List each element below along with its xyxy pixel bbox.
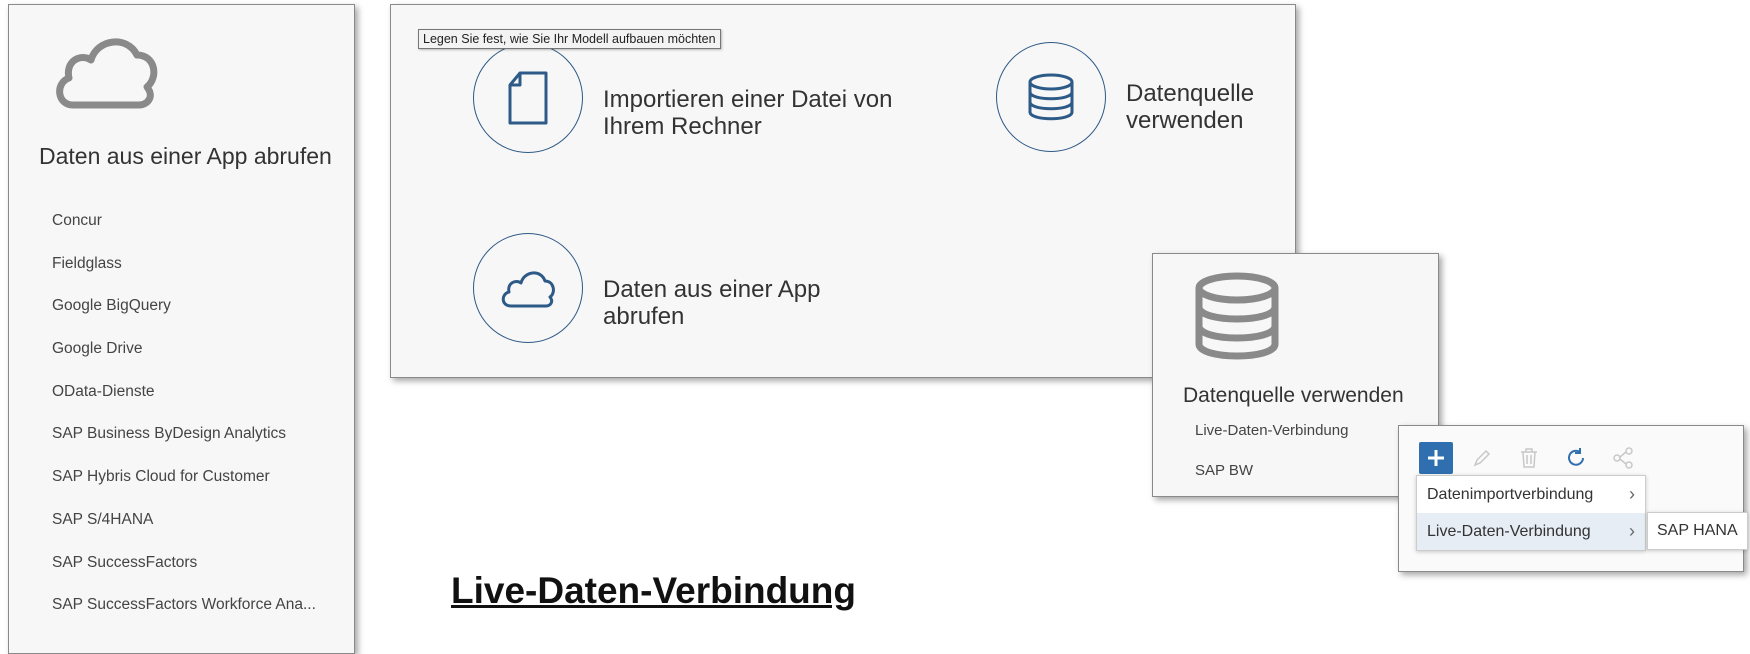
delete-icon [1521,448,1537,468]
list-item[interactable]: OData-Dienste [52,383,316,426]
list-item[interactable]: SAP SuccessFactors [52,554,316,597]
app-option[interactable]: Daten aus einer App abrufen [473,233,893,348]
cloud-icon [473,233,583,343]
list-item[interactable]: Live-Daten-Verbindung [1195,422,1348,439]
menu-item-live-connection[interactable]: Live-Daten-Verbindung › [1417,513,1645,550]
list-item[interactable]: Concur [52,212,316,255]
cloud-icon [51,29,161,116]
refresh-icon [1568,448,1584,466]
import-file-option[interactable]: Importieren einer Datei von Ihrem Rechne… [473,43,893,158]
panel-title: Daten aus einer App abrufen [39,143,332,169]
list-item[interactable]: SAP Hybris Cloud for Customer [52,468,316,511]
add-button[interactable] [1419,442,1453,474]
option-label: Daten aus einer App abrufen [603,276,821,330]
list-item[interactable]: Fieldglass [52,255,316,298]
chevron-right-icon: › [1629,521,1635,541]
edit-button[interactable] [1465,442,1499,474]
refresh-button[interactable] [1559,442,1593,474]
menu-item-label: Live-Daten-Verbindung [1427,523,1591,540]
menu-item-import-connection[interactable]: Datenimportverbindung › [1417,476,1645,513]
chevron-right-icon: › [1629,484,1635,504]
add-icon [1428,450,1444,466]
menu-item-label: Datenimportverbindung [1427,486,1594,503]
option-label: Datenquelle verwenden [1126,80,1255,134]
tooltip: Legen Sie fest, wie Sie Ihr Modell aufba… [418,29,721,49]
share-button[interactable] [1606,442,1640,474]
app-list: Concur Fieldglass Google BigQuery Google… [52,212,316,639]
file-icon [473,43,583,153]
datasource-option[interactable]: Datenquelle verwenden [996,42,1296,157]
database-icon [1193,272,1281,367]
list-item[interactable]: SAP SuccessFactors Workforce Ana... [52,596,316,639]
list-item[interactable]: Google BigQuery [52,297,316,340]
share-icon [1613,447,1633,469]
option-label: Importieren einer Datei von Ihrem Rechne… [603,86,893,140]
datasource-panel: Datenquelle verwenden Live-Daten-Verbind… [1152,253,1439,497]
app-sources-panel: Daten aus einer App abrufen Concur Field… [8,4,355,654]
edit-icon [1473,449,1491,467]
delete-button[interactable] [1512,442,1546,474]
list-item[interactable]: Google Drive [52,340,316,383]
add-connection-dropdown: Datenimportverbindung › Live-Daten-Verbi… [1416,475,1646,551]
slide-caption: Live-Daten-Verbindung [451,570,856,611]
panel-title: Datenquelle verwenden [1183,384,1404,407]
database-icon [996,42,1106,152]
list-item[interactable]: SAP BW [1195,462,1253,479]
connections-menu-panel: Datenimportverbindung › Live-Daten-Verbi… [1398,425,1748,572]
submenu-item-sap-hana[interactable]: SAP HANA [1647,512,1748,550]
list-item[interactable]: SAP Business ByDesign Analytics [52,425,316,468]
list-item[interactable]: SAP S/4HANA [52,511,316,554]
